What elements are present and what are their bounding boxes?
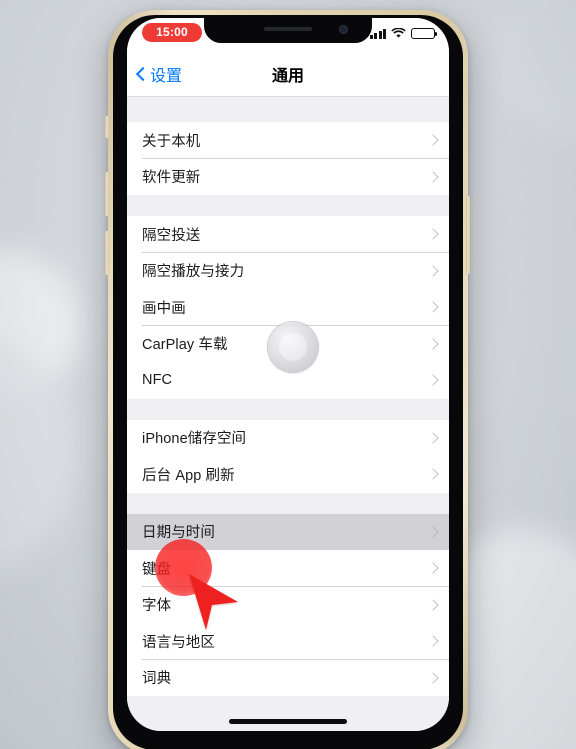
front-camera-icon [339, 25, 348, 34]
list-item[interactable]: 画中画 [127, 289, 449, 326]
list-item-label: 后台 App 刷新 [142, 467, 235, 484]
chevron-right-icon [429, 264, 437, 277]
list-item[interactable]: 后台 App 刷新 [127, 456, 449, 493]
status-indicators [369, 26, 438, 39]
section-gap [127, 492, 449, 514]
back-button[interactable]: 设置 [136, 62, 182, 86]
list-item-label: NFC [142, 372, 173, 389]
chevron-right-icon [429, 635, 437, 648]
list-item[interactable]: iPhone储存空间 [127, 419, 449, 456]
list-item-label: 软件更新 [142, 170, 201, 187]
chevron-left-icon [136, 66, 146, 83]
status-time-pill: 15:00 [142, 23, 202, 42]
volume-up-button[interactable] [105, 172, 109, 216]
signal-bars-icon [369, 29, 386, 39]
list-item-label: 日期与时间 [142, 525, 215, 542]
chevron-right-icon [429, 525, 437, 538]
list-item[interactable]: 软件更新 [127, 158, 449, 195]
wifi-icon [391, 28, 406, 39]
back-button-label: 设置 [150, 68, 183, 85]
list-item[interactable]: 键盘 [127, 550, 449, 587]
assistive-touch-button[interactable] [268, 322, 318, 372]
list-item-label: 隔空播放与接力 [142, 264, 245, 281]
volume-down-button[interactable] [105, 231, 109, 275]
list-item[interactable]: 日期与时间 [127, 513, 449, 550]
chevron-right-icon [429, 134, 437, 147]
navigation-bar: 设置 通用 [127, 52, 449, 97]
notch [204, 18, 372, 43]
chevron-right-icon [429, 170, 437, 183]
chevron-right-icon [429, 337, 437, 350]
list-item-label: 关于本机 [142, 133, 201, 150]
home-indicator[interactable] [229, 719, 347, 724]
chevron-right-icon [429, 598, 437, 611]
chevron-right-icon [429, 374, 437, 387]
list-item[interactable]: 隔空投送 [127, 216, 449, 253]
settings-group-localization: 日期与时间键盘字体语言与地区词典 [127, 513, 449, 696]
settings-group-storage: iPhone储存空间 后台 App 刷新 [127, 419, 449, 493]
list-item-label: 画中画 [142, 300, 186, 317]
settings-list[interactable]: 关于本机 软件更新 隔空投送 隔空播放与接力 画中画 CarPlay 车载 NFC iPhon… [127, 97, 449, 731]
list-item-label: 词典 [142, 671, 172, 688]
list-item[interactable]: 隔空播放与接力 [127, 252, 449, 289]
phone-screen: 15:00 设置 通用 关于本机 软件更新隔空投送 隔空播放与接力 画中画 Ca… [127, 18, 449, 731]
list-item-label: 语言与地区 [142, 634, 215, 651]
list-item-label: iPhone储存空间 [142, 431, 247, 448]
mute-switch-button[interactable] [105, 116, 109, 138]
list-item[interactable]: 字体 [127, 586, 449, 623]
battery-full-icon [411, 28, 438, 39]
section-gap [127, 195, 449, 216]
chevron-right-icon [429, 562, 437, 575]
list-item[interactable]: 关于本机 [127, 122, 449, 159]
power-button[interactable] [466, 196, 470, 274]
section-gap [127, 398, 449, 420]
screenshot-root: 15:00 设置 通用 关于本机 软件更新隔空投送 隔空播放与接力 画中画 Ca… [0, 0, 576, 749]
list-item-label: 键盘 [142, 561, 172, 578]
chevron-right-icon [429, 228, 437, 241]
status-bar: 15:00 [127, 18, 449, 52]
earpiece-speaker-icon [264, 27, 312, 31]
chevron-right-icon [429, 301, 437, 314]
settings-group-device-info: 关于本机 软件更新 [127, 122, 449, 195]
list-item[interactable]: 词典 [127, 659, 449, 696]
list-item[interactable]: 语言与地区 [127, 623, 449, 660]
section-gap [127, 97, 449, 122]
chevron-right-icon [429, 671, 437, 684]
chevron-right-icon [429, 431, 437, 444]
chevron-right-icon [429, 468, 437, 481]
list-item-label: 字体 [142, 598, 172, 615]
list-item-label: 隔空投送 [142, 227, 201, 244]
